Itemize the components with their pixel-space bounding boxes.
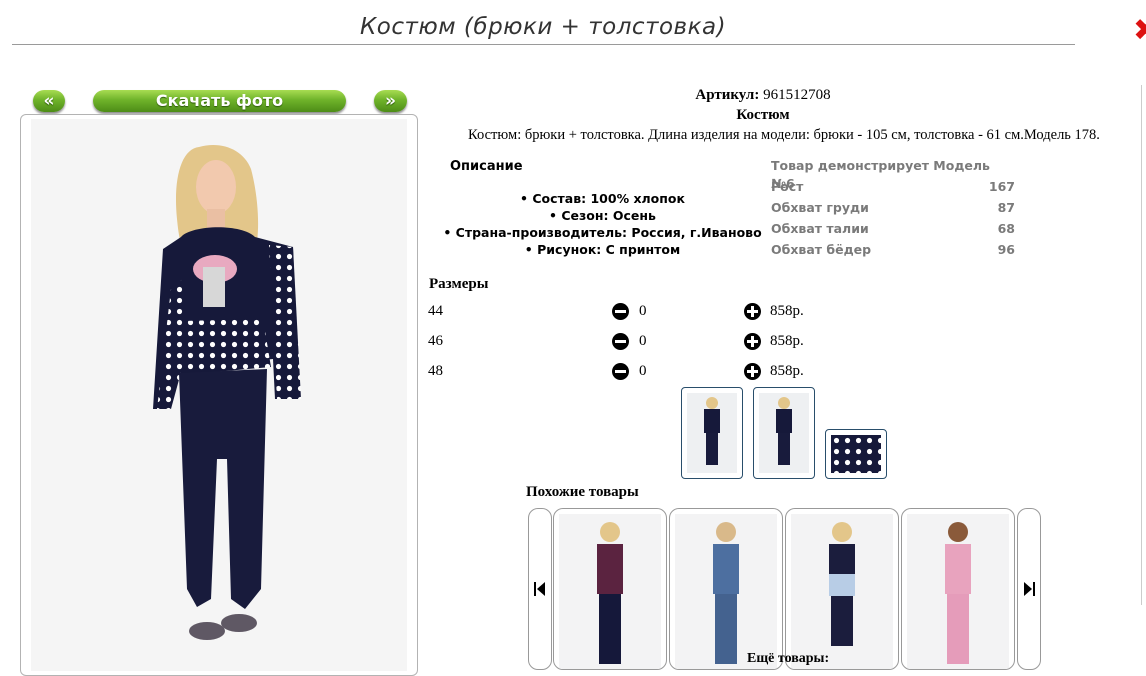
main-product-photo[interactable]	[20, 114, 418, 676]
close-icon[interactable]: ✖	[1133, 16, 1146, 46]
download-photo-button[interactable]: Скачать фото	[93, 90, 346, 112]
close-button[interactable]: ✖	[1133, 16, 1146, 46]
title-divider	[12, 44, 1075, 45]
similar-product-image	[597, 522, 623, 664]
product-description: Костюм: брюки + толстовка. Длина изделия…	[468, 127, 1100, 143]
photo-thumbnail[interactable]	[753, 387, 815, 479]
skip-back-icon	[534, 582, 545, 596]
feature-item: • Состав: 100% хлопок	[520, 191, 685, 206]
model-row: Обхват груди 87	[771, 200, 1015, 215]
fabric-pattern-image	[831, 435, 881, 473]
prev-photo-button[interactable]: «	[33, 90, 65, 112]
similar-product-image	[945, 522, 971, 664]
plus-circle-icon[interactable]	[744, 333, 761, 350]
similar-product-card[interactable]	[553, 508, 667, 670]
thumbnail-image	[776, 397, 792, 465]
similar-product-card[interactable]	[901, 508, 1015, 670]
carousel-next-button[interactable]	[1017, 508, 1041, 670]
scrollbar[interactable]	[1141, 85, 1146, 605]
next-photo-button[interactable]: »	[374, 90, 407, 112]
carousel-prev-button[interactable]	[528, 508, 552, 670]
sizes-label: Размеры	[429, 276, 489, 292]
feature-item: • Сезон: Осень	[549, 208, 656, 223]
size-value: 44	[428, 303, 443, 319]
sku-value: 961512708	[763, 87, 831, 103]
feature-item: • Рисунок: С принтом	[524, 242, 681, 257]
sku-label: Артикул:	[695, 87, 760, 103]
similar-product-card[interactable]	[669, 508, 783, 670]
size-value: 46	[428, 333, 443, 349]
model-photo-image	[153, 145, 301, 640]
model-measurements: Товар демонстрирует Модель №6 Рост 167 Об…	[771, 157, 1015, 262]
plus-circle-icon[interactable]	[744, 303, 761, 320]
model-row: Рост 167	[771, 179, 1015, 194]
minus-circle-icon[interactable]	[612, 303, 629, 320]
price-value: 858р.	[770, 303, 804, 319]
minus-circle-icon[interactable]	[612, 363, 629, 380]
size-value: 48	[428, 363, 443, 379]
plus-circle-icon[interactable]	[744, 363, 761, 380]
thumbnail-image	[704, 397, 720, 465]
model-row: Обхват талии 68	[771, 221, 1015, 236]
product-type: Костюм	[736, 107, 790, 123]
similar-product-image	[829, 522, 855, 646]
quantity-value: 0	[639, 363, 647, 379]
photo-thumbnail[interactable]	[681, 387, 743, 479]
model-row: Обхват бёдер 96	[771, 242, 1015, 257]
quantity-value: 0	[639, 303, 647, 319]
fabric-thumbnail[interactable]	[825, 429, 887, 479]
more-products-label: Ещё товары:	[747, 651, 830, 666]
features-list: • Состав: 100% хлопок • Сезон: Осень • С…	[430, 190, 775, 258]
price-value: 858р.	[770, 333, 804, 349]
feature-item: • Страна-производитель: Россия, г.Иванов…	[443, 225, 762, 240]
quantity-value: 0	[639, 333, 647, 349]
page-title: Костюм (брюки + толстовка)	[359, 14, 727, 40]
similar-product-card[interactable]	[785, 508, 899, 670]
similar-products-label: Похожие товары	[526, 484, 639, 500]
description-label: Описание	[450, 159, 523, 174]
model-title: Товар демонстрирует Модель №6	[771, 158, 990, 191]
minus-circle-icon[interactable]	[612, 333, 629, 350]
skip-forward-icon	[1024, 582, 1035, 596]
price-value: 858р.	[770, 363, 804, 379]
similar-product-image	[713, 522, 739, 664]
sku-line: Артикул: 961512708	[600, 87, 926, 104]
